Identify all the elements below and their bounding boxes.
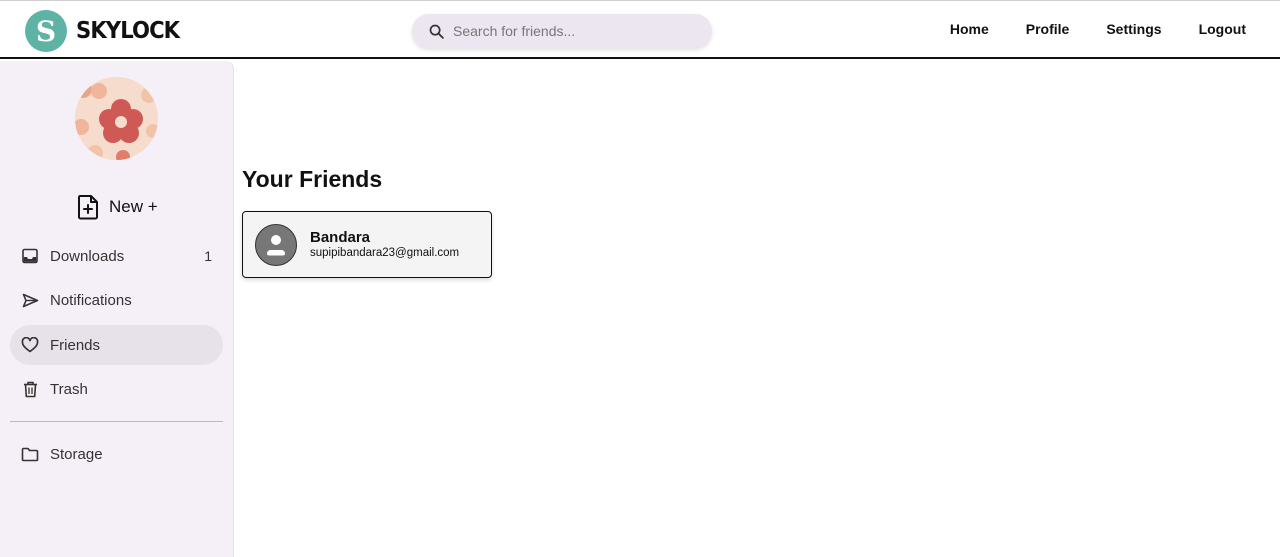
sidebar-item-label: Trash — [50, 380, 88, 398]
sidebar-item-friends[interactable]: Friends — [10, 325, 223, 365]
file-plus-icon — [78, 195, 98, 220]
new-button[interactable]: New + — [77, 194, 158, 220]
sidebar: New + Downloads 1 Notifications Friends … — [0, 61, 234, 557]
sidebar-item-label: Storage — [50, 445, 103, 463]
sidebar-divider — [10, 421, 223, 422]
friend-card[interactable]: Bandara supipibandara23@gmail.com — [242, 211, 492, 278]
search-input[interactable] — [453, 23, 693, 39]
trash-icon — [20, 379, 40, 399]
flower-avatar-icon — [75, 77, 158, 160]
friend-email: supipibandara23@gmail.com — [310, 247, 460, 259]
sidebar-item-notifications[interactable]: Notifications — [10, 280, 223, 320]
nav-links: Home Profile Settings Logout — [913, 21, 1246, 37]
user-avatar-icon — [255, 224, 297, 266]
inbox-icon — [20, 246, 40, 266]
friend-name: Bandara — [310, 229, 371, 246]
downloads-count-badge: 1 — [204, 248, 212, 264]
sidebar-item-storage[interactable]: Storage — [10, 434, 223, 474]
nav-profile-link[interactable]: Profile — [1026, 21, 1070, 37]
sidebar-item-trash[interactable]: Trash — [10, 369, 223, 409]
search-icon — [427, 22, 445, 40]
search-bar — [412, 14, 712, 48]
nav-settings-link[interactable]: Settings — [1106, 21, 1161, 37]
top-navbar: S SKYLOCK Home Profile Settings Logout — [0, 0, 1280, 59]
sidebar-item-downloads[interactable]: Downloads 1 — [10, 236, 223, 276]
brand-name: SKYLOCK — [76, 18, 180, 44]
brand-logo[interactable]: S SKYLOCK — [25, 10, 188, 52]
heart-icon — [20, 335, 40, 355]
new-button-label: New + — [109, 197, 158, 216]
nav-home-link[interactable]: Home — [950, 21, 989, 37]
sidebar-item-label: Downloads — [50, 247, 125, 265]
profile-avatar[interactable] — [75, 77, 158, 160]
nav-logout-link[interactable]: Logout — [1199, 21, 1246, 37]
folder-icon — [20, 444, 40, 464]
page-title: Your Friends — [242, 166, 383, 192]
logo-mark-icon: S — [25, 10, 67, 52]
sidebar-item-label: Friends — [50, 336, 101, 354]
send-icon — [20, 290, 40, 310]
sidebar-item-label: Notifications — [50, 291, 132, 309]
